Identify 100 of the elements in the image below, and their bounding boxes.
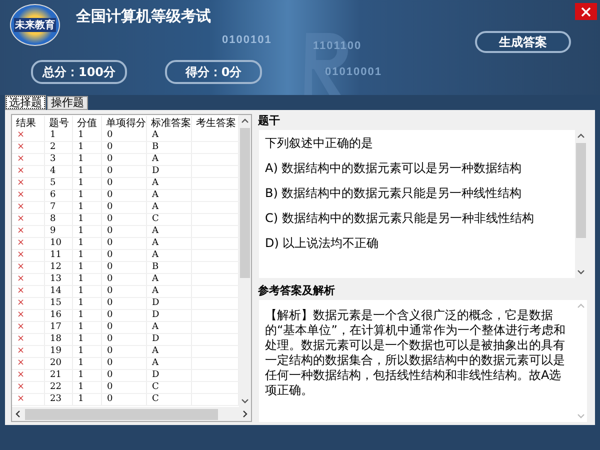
table-cell: 0 (102, 394, 147, 405)
table-cell: 0 (102, 310, 147, 321)
table-cell: 0 (102, 346, 147, 357)
table-cell: 1 (73, 274, 102, 285)
section-heading: 题干 (257, 114, 281, 128)
scroll-up-icon (577, 303, 585, 308)
table-cell: A (147, 226, 192, 237)
table-cell: 10 (45, 238, 73, 249)
result-mark: × (12, 166, 45, 177)
table-cell: 3 (45, 154, 73, 165)
table-cell: 21 (45, 370, 73, 381)
table-cell: D (147, 298, 192, 309)
table-cell: 7 (45, 202, 73, 213)
section-heading: 参考答案及解析 (257, 284, 336, 298)
table-cell: 18 (45, 334, 73, 345)
analysis-text: 【解析】数据元素是一个含义很广泛的概念，它是数据的“基本单位”，在计算机中通常作为一个整体进行考虑和处理。数据元素可以是一个数据也可以是被抽象出的具有一定结构的数据集合，所以数据结构中的数据元素可以是任何一种数据结构，包括线性结构和非线性结构。故A选项正确。 (264, 307, 566, 399)
generate-answer-button[interactable]: 生成答案 (475, 31, 571, 53)
table-cell: D (147, 310, 192, 321)
result-mark: × (12, 190, 45, 201)
result-mark: × (12, 142, 45, 153)
table-cell: A (147, 274, 192, 285)
table-cell: 0 (102, 334, 147, 345)
table-cell: A (147, 346, 192, 357)
table-cell: 0 (102, 382, 147, 393)
table-cell: 1 (73, 238, 102, 249)
table-cell: A (147, 358, 192, 369)
table-cell: A (147, 286, 192, 297)
close-icon (581, 6, 591, 16)
column-header: 单项得分 (102, 116, 147, 130)
result-mark: × (12, 298, 45, 309)
question-text: B) 数据结构中的数据元素只能是另一种线性结构 (265, 186, 523, 201)
table-cell: 1 (73, 190, 102, 201)
table-cell: D (147, 370, 192, 381)
result-mark: × (12, 274, 45, 285)
table-cell: 9 (45, 226, 73, 237)
table-cell: B (147, 262, 192, 273)
table-cell: 14 (45, 286, 73, 297)
table-cell: 1 (73, 154, 102, 165)
table-cell: 0 (102, 322, 147, 333)
table-cell: 1 (45, 130, 73, 141)
table-cell: A (147, 238, 192, 249)
table-cell: 22 (45, 382, 73, 393)
result-mark: × (12, 262, 45, 273)
table-cell: 12 (45, 262, 73, 273)
table-cell: 19 (45, 346, 73, 357)
result-mark: × (12, 154, 45, 165)
table-cell: 1 (73, 298, 102, 309)
result-mark: × (12, 214, 45, 225)
table-cell: 0 (102, 238, 147, 249)
table-cell: 8 (45, 214, 73, 225)
column-header: 结果 (12, 116, 45, 130)
table-cell: 5 (45, 178, 73, 189)
table-cell: 1 (73, 178, 102, 189)
table-cell: A (147, 178, 192, 189)
window-title: 全国计算机等级考试 (76, 7, 211, 26)
score-badge: 总分：100分 (31, 60, 127, 84)
table-cell: B (147, 142, 192, 153)
close-button[interactable] (575, 3, 597, 20)
table-cell: A (147, 202, 192, 213)
table-cell: 1 (73, 310, 102, 321)
table-cell: 0 (102, 250, 147, 261)
result-mark: × (12, 250, 45, 261)
table-cell: 1 (73, 226, 102, 237)
result-mark: × (12, 346, 45, 357)
table-cell: 0 (102, 166, 147, 177)
table-cell: 0 (102, 130, 147, 141)
result-mark: × (12, 130, 45, 141)
tab[interactable]: 选择题 (5, 95, 46, 110)
table-cell: C (147, 214, 192, 225)
scroll-down-icon (241, 399, 249, 404)
result-mark: × (12, 382, 45, 393)
table-cell: 0 (102, 286, 147, 297)
table-cell: 20 (45, 358, 73, 369)
table-cell: 1 (73, 394, 102, 405)
table-cell: 1 (73, 334, 102, 345)
table-cell: 0 (102, 190, 147, 201)
result-mark: × (12, 226, 45, 237)
table-cell: 0 (102, 178, 147, 189)
binary-code-text: 0100101 (222, 34, 272, 46)
scroll-up-icon (577, 133, 585, 138)
table-cell: 1 (73, 250, 102, 261)
table-cell: 0 (102, 214, 147, 225)
vertical-scrollbar[interactable] (239, 115, 251, 407)
table-cell: A (147, 130, 192, 141)
result-mark: × (12, 334, 45, 345)
binary-code-text: 1101100 (313, 40, 362, 52)
result-mark: × (12, 358, 45, 369)
scroll-up-icon (241, 118, 249, 123)
question-text: D) 以上说法均不正确 (265, 236, 380, 251)
table-cell: 23 (45, 394, 73, 405)
table-cell: 1 (73, 370, 102, 381)
table-cell: 1 (73, 202, 102, 213)
table-cell: 11 (45, 250, 73, 261)
result-mark: × (12, 310, 45, 321)
table-cell: 1 (73, 346, 102, 357)
table-cell: C (147, 394, 192, 405)
question-text: C) 数据结构中的数据元素只能是另一种非线性结构 (265, 211, 535, 226)
tab[interactable]: 操作题 (47, 96, 88, 110)
score-badge: 得分：0分 (165, 60, 262, 84)
horizontal-scrollbar[interactable] (12, 407, 251, 421)
